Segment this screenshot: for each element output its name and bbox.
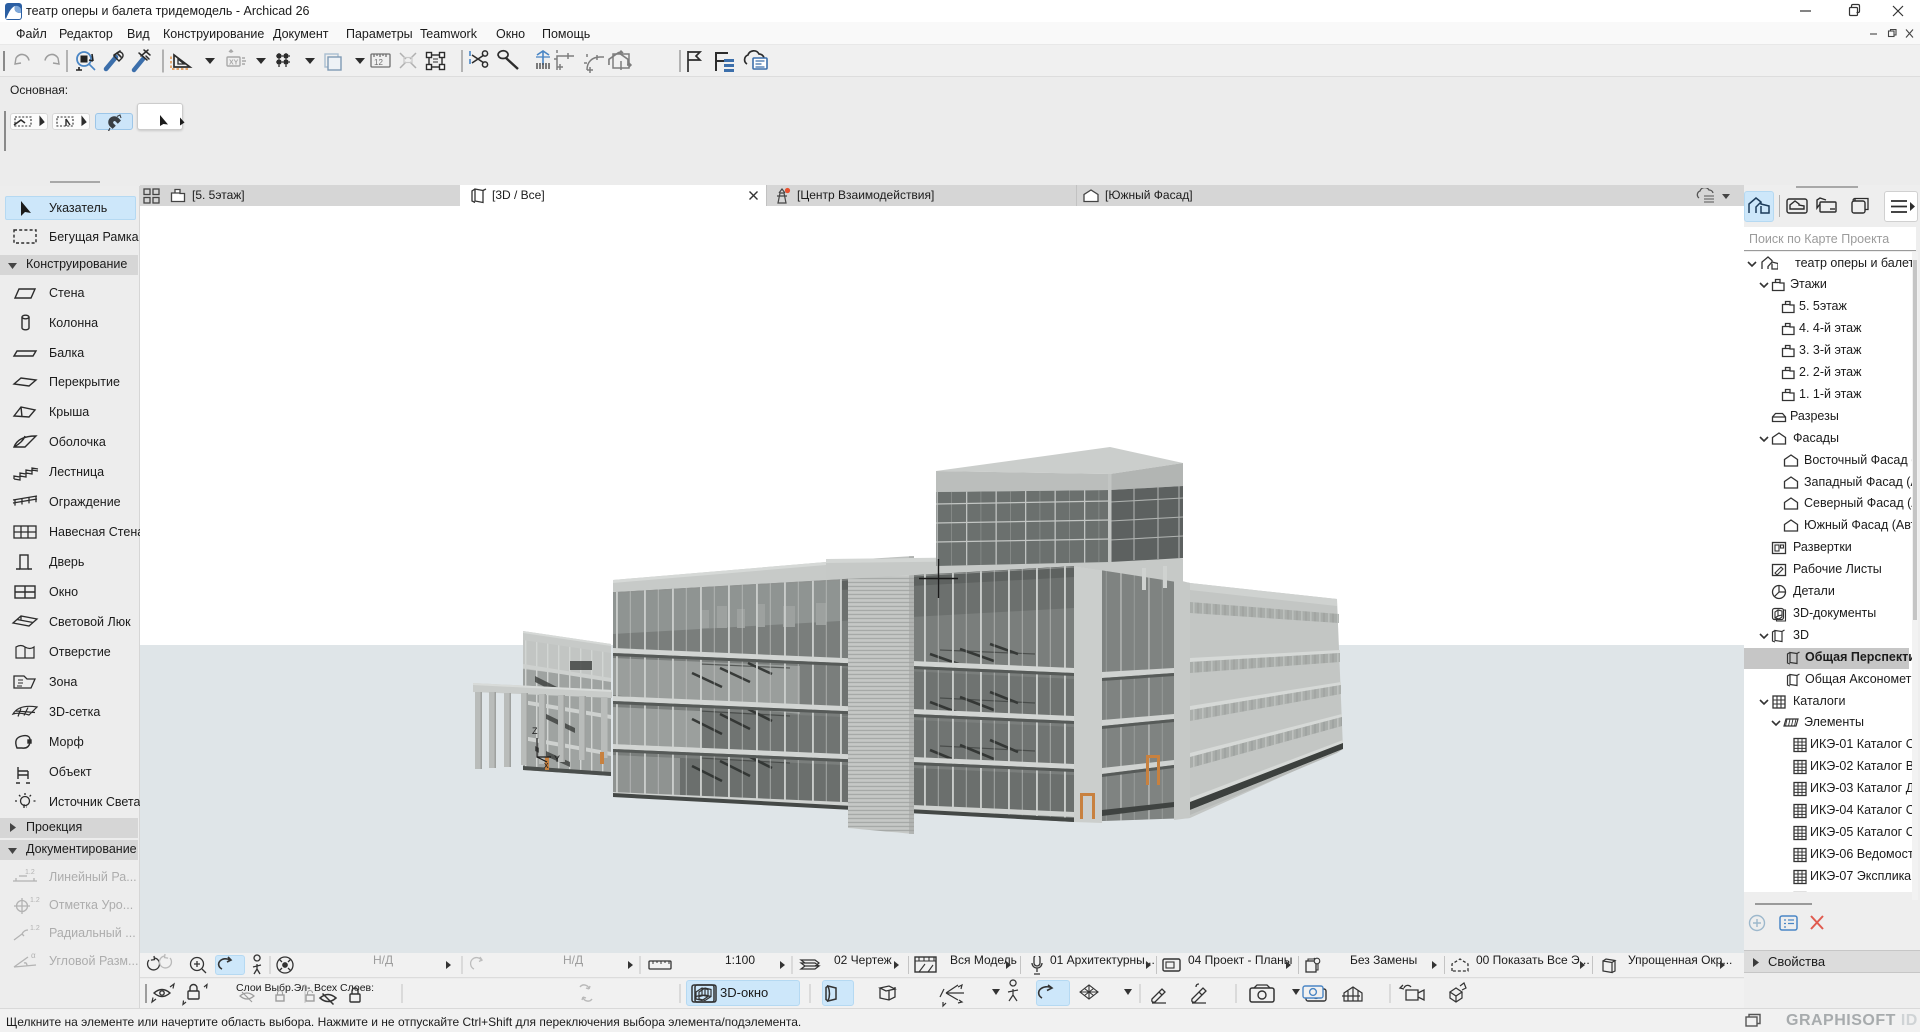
svg-text:1.2: 1.2 <box>30 925 40 932</box>
svg-text:1.2: 1.2 <box>30 897 40 904</box>
svg-text:α: α <box>31 951 36 960</box>
svg-text:x: x <box>544 760 549 770</box>
svg-text:Z: Z <box>532 726 538 736</box>
svg-text:Y: Y <box>554 754 560 764</box>
svg-text:1.2: 1.2 <box>25 869 35 876</box>
svg-text:XY: XY <box>229 60 239 67</box>
svg-text:12: 12 <box>374 58 383 67</box>
